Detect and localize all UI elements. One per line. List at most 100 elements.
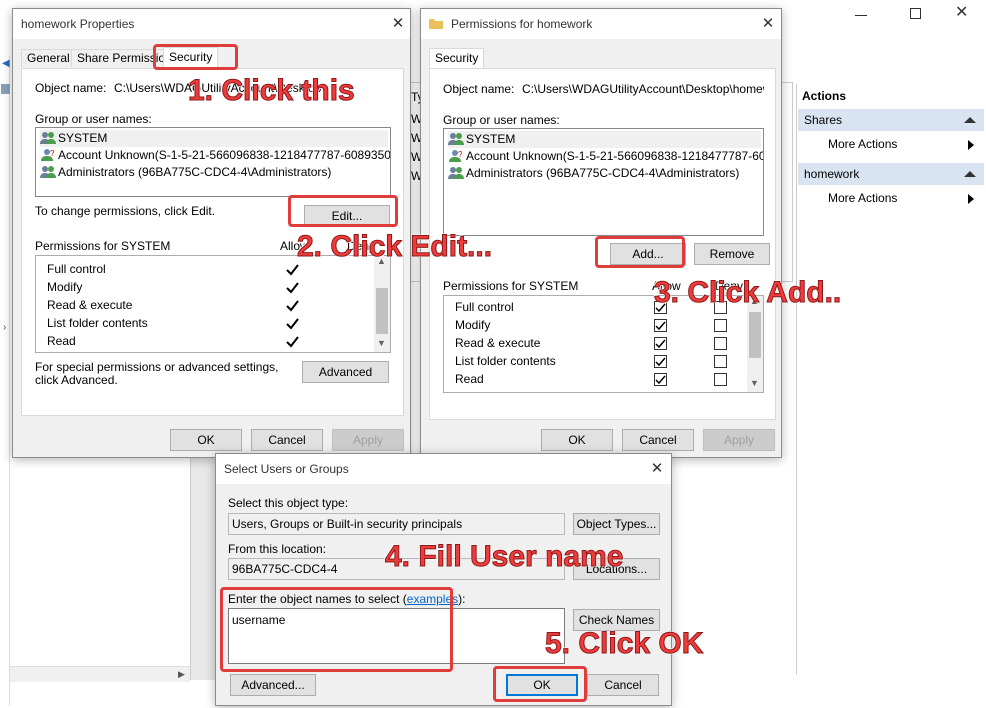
permission-name: Read xyxy=(47,334,76,348)
vertical-scrollbar[interactable]: ▲ ▼ xyxy=(374,256,390,352)
more-actions-item[interactable]: More Actions xyxy=(798,134,984,154)
folder-icon xyxy=(429,19,443,29)
advanced-button[interactable]: Advanced... xyxy=(230,674,316,696)
user-listbox[interactable]: SYSTEM ? Account Unknown(S-1-5-21-566096… xyxy=(443,128,764,236)
deny-checkbox[interactable] xyxy=(714,373,727,386)
users-icon xyxy=(448,166,464,180)
cancel-button[interactable]: Cancel xyxy=(587,674,659,696)
permission-name: Read & execute xyxy=(455,336,541,350)
user-unknown-icon: ? xyxy=(40,148,56,162)
expand-icon[interactable]: › xyxy=(3,322,6,333)
user-name: SYSTEM xyxy=(466,132,516,146)
user-name: Account Unknown(S-1-5-21-566096838-12184… xyxy=(466,149,764,163)
more-actions-item[interactable]: More Actions xyxy=(798,188,984,208)
cancel-button[interactable]: Cancel xyxy=(251,429,323,451)
collapse-icon[interactable] xyxy=(964,117,976,123)
scroll-thumb[interactable] xyxy=(376,288,388,334)
titlebar: Permissions for homework ✕ xyxy=(421,9,781,39)
annotation-step-2: 2. Click Edit... xyxy=(296,230,493,264)
highlight-edit-button xyxy=(288,195,398,227)
permission-row: Read & execute xyxy=(455,334,540,352)
permission-row: Read & execute xyxy=(47,296,132,314)
enter-names-text-end: ): xyxy=(458,592,466,606)
svg-text:?: ? xyxy=(50,149,55,158)
allow-checkbox[interactable] xyxy=(654,373,667,386)
close-icon[interactable]: ✕ xyxy=(955,2,968,22)
scroll-down-icon[interactable]: ▼ xyxy=(377,338,386,348)
permission-row: Full control xyxy=(47,260,106,278)
permissions-label: Permissions for SYSTEM xyxy=(35,239,171,253)
minimize-icon[interactable] xyxy=(855,8,869,22)
remove-button[interactable]: Remove xyxy=(694,243,770,265)
users-icon xyxy=(40,131,56,145)
dialog-title: homework Properties xyxy=(21,17,135,31)
special-permissions-text: For special permissions or advanced sett… xyxy=(35,360,279,387)
more-actions-label: More Actions xyxy=(828,137,898,151)
tab-general[interactable]: General xyxy=(21,49,76,67)
actions-group-label: Shares xyxy=(804,113,843,127)
dialog-title: Select Users or Groups xyxy=(224,462,349,476)
list-item[interactable]: Administrators (96BA775C-CDC4-4\Administ… xyxy=(40,164,388,181)
ok-button[interactable]: OK xyxy=(541,429,613,451)
permission-row: Full control xyxy=(455,298,514,316)
allow-checkbox[interactable] xyxy=(654,337,667,350)
cancel-button[interactable]: Cancel xyxy=(622,429,694,451)
location-label: From this location: xyxy=(228,542,327,556)
permission-name: List folder contents xyxy=(47,316,148,330)
users-icon xyxy=(40,165,56,179)
back-arrow-icon[interactable]: ◀ xyxy=(2,58,12,69)
permission-name: List folder contents xyxy=(455,354,556,368)
permission-row: Read xyxy=(47,332,76,350)
close-icon[interactable]: ✕ xyxy=(755,13,781,35)
permissions-list: Full control Modify Read & execute List … xyxy=(35,255,391,353)
allow-checkmark-icon xyxy=(286,336,299,348)
advanced-button[interactable]: Advanced xyxy=(302,361,389,383)
actions-group-homework[interactable]: homework xyxy=(798,163,984,185)
vertical-scrollbar[interactable]: ▲ ▼ xyxy=(747,296,763,392)
checkmark-icon xyxy=(655,357,666,367)
user-name: Administrators (96BA775C-CDC4-4\Administ… xyxy=(58,165,332,179)
tab-security[interactable]: Security xyxy=(163,47,219,67)
deny-checkbox[interactable] xyxy=(714,355,727,368)
object-types-button[interactable]: Object Types... xyxy=(573,513,660,535)
deny-checkbox[interactable] xyxy=(714,337,727,350)
user-name: SYSTEM xyxy=(58,131,108,145)
permissions-label: Permissions for SYSTEM xyxy=(443,279,579,293)
list-item[interactable]: SYSTEM xyxy=(448,131,761,148)
list-item[interactable]: ? Account Unknown(S-1-5-21-566096838-121… xyxy=(448,148,764,165)
change-permissions-text: To change permissions, click Edit. xyxy=(35,204,216,218)
scroll-right-icon[interactable]: ▶ xyxy=(178,669,185,680)
submenu-arrow-icon xyxy=(968,140,974,150)
dialog-title: Permissions for homework xyxy=(451,17,593,31)
collapse-icon[interactable] xyxy=(964,171,976,177)
user-listbox[interactable]: SYSTEM ? Account Unknown(S-1-5-21-566096… xyxy=(35,127,391,197)
list-item[interactable]: Administrators (96BA775C-CDC4-4\Administ… xyxy=(448,165,761,182)
group-label: Group or user names: xyxy=(443,113,560,127)
list-item[interactable]: SYSTEM xyxy=(40,130,388,147)
checkmark-icon xyxy=(655,321,666,331)
tab-security[interactable]: Security xyxy=(429,48,485,68)
checkmark-icon xyxy=(655,339,666,349)
allow-checkbox[interactable] xyxy=(654,319,667,332)
close-icon[interactable]: ✕ xyxy=(644,458,670,480)
deny-checkbox[interactable] xyxy=(714,319,727,332)
permission-row: Read xyxy=(455,370,484,388)
actions-title: Actions xyxy=(802,89,847,103)
close-icon[interactable]: ✕ xyxy=(385,13,411,35)
allow-checkbox[interactable] xyxy=(654,355,667,368)
scroll-thumb[interactable] xyxy=(749,312,761,358)
folder-icon xyxy=(1,84,10,94)
actions-group-shares[interactable]: Shares xyxy=(798,109,984,131)
permission-name: Full control xyxy=(47,262,106,276)
ok-button[interactable]: OK xyxy=(170,429,242,451)
permission-name: Full control xyxy=(455,300,514,314)
horizontal-scrollbar[interactable]: ▶ xyxy=(10,666,190,682)
annotation-step-4: 4. Fill User name xyxy=(384,540,624,574)
permission-name: Modify xyxy=(455,318,491,332)
object-name-value: C:\Users\WDAGUtilityAccount\Desktop\home… xyxy=(522,82,764,96)
scroll-down-icon[interactable]: ▼ xyxy=(750,378,759,388)
maximize-icon[interactable] xyxy=(910,8,921,19)
object-name-label: Object name: xyxy=(443,82,515,96)
list-item[interactable]: ? Account Unknown(S-1-5-21-566096838-121… xyxy=(40,147,390,164)
allow-checkmark-icon xyxy=(286,264,299,276)
